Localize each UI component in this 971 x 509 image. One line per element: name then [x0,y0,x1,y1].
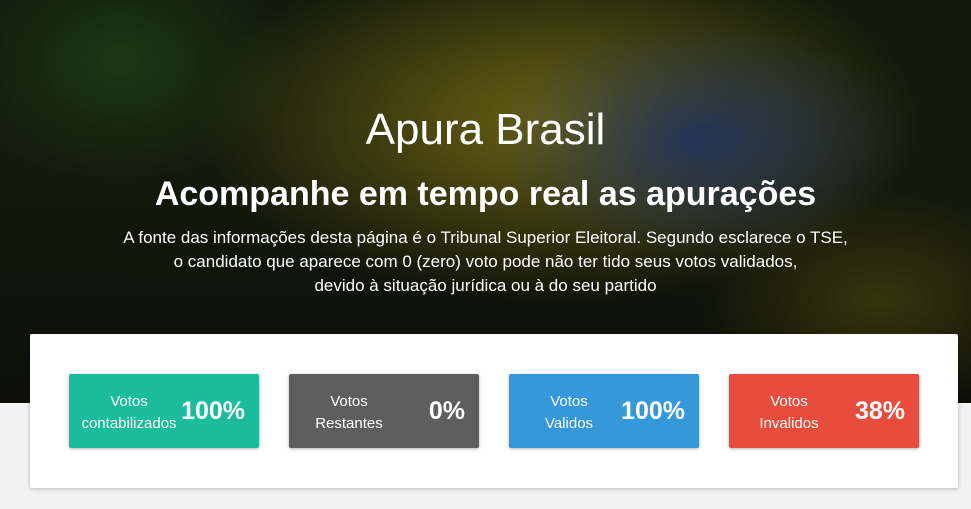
stat-label: Votos Validos [509,391,629,435]
description-line: devido à situação jurídica ou à do seu p… [314,276,657,295]
stat-votos-validos: Votos Validos 100% [509,374,699,448]
stat-label-line: Votos [330,393,368,410]
stat-votos-invalidos: Votos Invalidos 38% [729,374,919,448]
stat-label-line: Votos [110,393,148,410]
stat-label: Votos Restantes [289,391,409,435]
stat-value: 0% [428,397,465,425]
page-subtitle: Acompanhe em tempo real as apurações [154,175,817,213]
stat-label-line: Votos [550,393,588,410]
stat-label: Votos contabilizados [69,391,189,435]
description-line: o candidato que aparece com 0 (zero) vot… [173,252,798,271]
stat-label-line: Invalidos [759,415,819,432]
page-title: Apura Brasil [365,105,606,154]
stat-label-line: contabilizados [81,415,177,432]
stat-votos-restantes: Votos Restantes 0% [289,374,479,448]
description-line: A fonte das informações desta página é o… [123,228,848,247]
stat-value: 100% [621,397,685,425]
stats-card: Votos contabilizados 100% Votos Restante… [30,334,958,488]
stat-value: 38% [854,397,905,425]
stat-votos-contabilizados: Votos contabilizados 100% [69,374,259,448]
stat-value: 100% [181,397,245,425]
source-description: A fonte das informações desta página é o… [0,226,971,298]
stat-label-line: Restantes [315,415,383,432]
stat-label: Votos Invalidos [729,391,849,435]
stat-label-line: Votos [770,393,808,410]
stat-label-line: Validos [544,415,594,432]
